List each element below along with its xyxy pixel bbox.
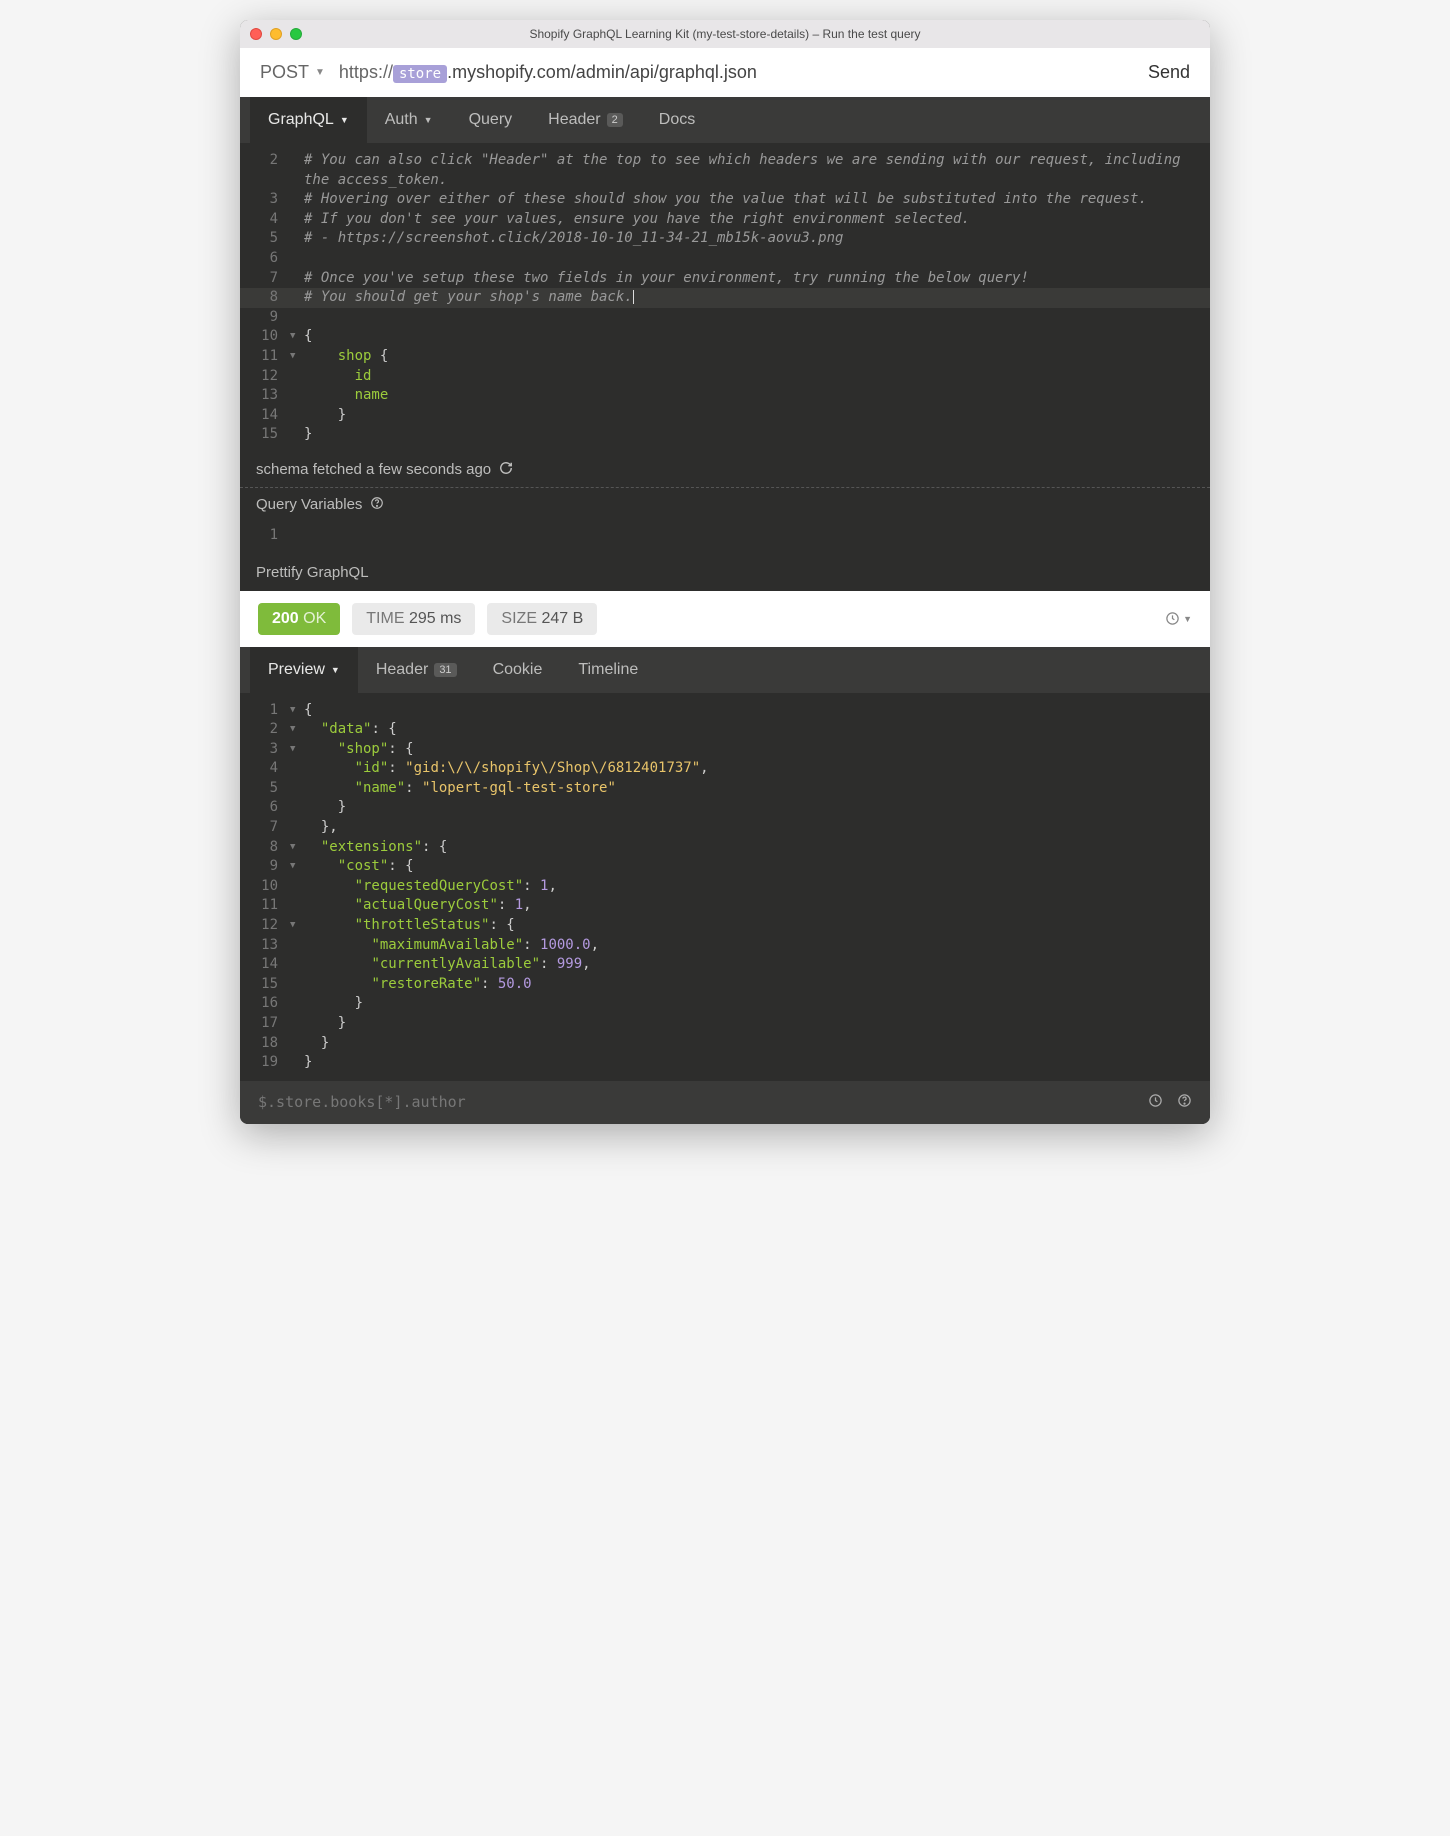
tab-cookie[interactable]: Cookie bbox=[475, 647, 561, 693]
query-variables-header[interactable]: Query Variables bbox=[240, 488, 1210, 518]
tab-cookie-label: Cookie bbox=[493, 661, 543, 679]
request-tabs: GraphQL ▼ Auth ▼ Query Header 2 Docs bbox=[240, 97, 1210, 143]
tab-docs-label: Docs bbox=[659, 111, 695, 129]
send-button[interactable]: Send bbox=[1148, 62, 1190, 83]
query-editor[interactable]: 2# You can also click "Header" at the to… bbox=[240, 143, 1210, 453]
refresh-icon[interactable] bbox=[499, 461, 513, 479]
line-number: 1 bbox=[240, 526, 290, 546]
tab-query[interactable]: Query bbox=[451, 97, 531, 143]
http-method-dropdown[interactable]: POST ▼ bbox=[260, 62, 325, 83]
tab-header-label: Header bbox=[548, 111, 600, 129]
history-dropdown[interactable]: ▼ bbox=[1165, 611, 1192, 626]
tab-preview-label: Preview bbox=[268, 661, 325, 679]
tab-auth-label: Auth bbox=[385, 111, 418, 129]
response-tabs: Preview ▼ Header 31 Cookie Timeline bbox=[240, 647, 1210, 693]
app-window: Shopify GraphQL Learning Kit (my-test-st… bbox=[240, 20, 1210, 1124]
url-bar: POST ▼ https://store.myshopify.com/admin… bbox=[240, 48, 1210, 97]
response-viewer[interactable]: 1▼{2▼ "data": {3▼ "shop": {4 "id": "gid:… bbox=[240, 693, 1210, 1081]
schema-status: schema fetched a few seconds ago bbox=[240, 453, 1210, 488]
time-value: 295 ms bbox=[409, 610, 461, 627]
status-text: OK bbox=[303, 610, 326, 627]
tab-resp-header[interactable]: Header 31 bbox=[358, 647, 475, 693]
url-prefix: https:// bbox=[339, 62, 393, 82]
url-input[interactable]: https://store.myshopify.com/admin/api/gr… bbox=[339, 62, 1134, 83]
time-pill: TIME 295 ms bbox=[352, 603, 475, 635]
chevron-down-icon: ▼ bbox=[331, 665, 340, 675]
window-title: Shopify GraphQL Learning Kit (my-test-st… bbox=[250, 27, 1200, 41]
size-pill: SIZE 247 B bbox=[487, 603, 597, 635]
tab-header[interactable]: Header 2 bbox=[530, 97, 641, 143]
url-variable: store bbox=[393, 65, 447, 83]
schema-status-text: schema fetched a few seconds ago bbox=[256, 461, 491, 478]
status-code: 200 bbox=[272, 610, 299, 627]
jsonpath-input[interactable]: $.store.books[*].author bbox=[258, 1093, 466, 1111]
traffic-lights bbox=[250, 28, 302, 40]
close-window-icon[interactable] bbox=[250, 28, 262, 40]
tab-resp-header-label: Header bbox=[376, 661, 428, 679]
chevron-down-icon: ▼ bbox=[424, 115, 433, 125]
minimize-window-icon[interactable] bbox=[270, 28, 282, 40]
clock-icon[interactable] bbox=[1148, 1093, 1163, 1112]
tab-resp-header-badge: 31 bbox=[434, 663, 456, 677]
status-pill: 200 OK bbox=[258, 603, 340, 635]
query-variables-editor[interactable]: 1 bbox=[240, 518, 1210, 554]
tab-graphql-label: GraphQL bbox=[268, 111, 334, 129]
time-label: TIME bbox=[366, 610, 404, 627]
tab-header-badge: 2 bbox=[607, 113, 623, 127]
query-variables-label: Query Variables bbox=[256, 496, 362, 513]
size-value: 247 B bbox=[541, 610, 583, 627]
zoom-window-icon[interactable] bbox=[290, 28, 302, 40]
tab-docs[interactable]: Docs bbox=[641, 97, 713, 143]
size-label: SIZE bbox=[501, 610, 537, 627]
footer-bar: $.store.books[*].author bbox=[240, 1081, 1210, 1124]
help-icon[interactable] bbox=[1177, 1093, 1192, 1112]
help-icon[interactable] bbox=[370, 496, 384, 514]
chevron-down-icon: ▼ bbox=[340, 115, 349, 125]
titlebar: Shopify GraphQL Learning Kit (my-test-st… bbox=[240, 20, 1210, 48]
http-method-label: POST bbox=[260, 62, 309, 83]
tab-timeline[interactable]: Timeline bbox=[560, 647, 656, 693]
tab-graphql[interactable]: GraphQL ▼ bbox=[250, 97, 367, 143]
url-rest: .myshopify.com/admin/api/graphql.json bbox=[447, 62, 757, 82]
tab-query-label: Query bbox=[469, 111, 513, 129]
tab-auth[interactable]: Auth ▼ bbox=[367, 97, 451, 143]
chevron-down-icon: ▼ bbox=[315, 67, 325, 78]
tab-preview[interactable]: Preview ▼ bbox=[250, 647, 358, 693]
response-status-bar: 200 OK TIME 295 ms SIZE 247 B ▼ bbox=[240, 591, 1210, 647]
prettify-button[interactable]: Prettify GraphQL bbox=[240, 554, 1210, 591]
tab-timeline-label: Timeline bbox=[578, 661, 638, 679]
